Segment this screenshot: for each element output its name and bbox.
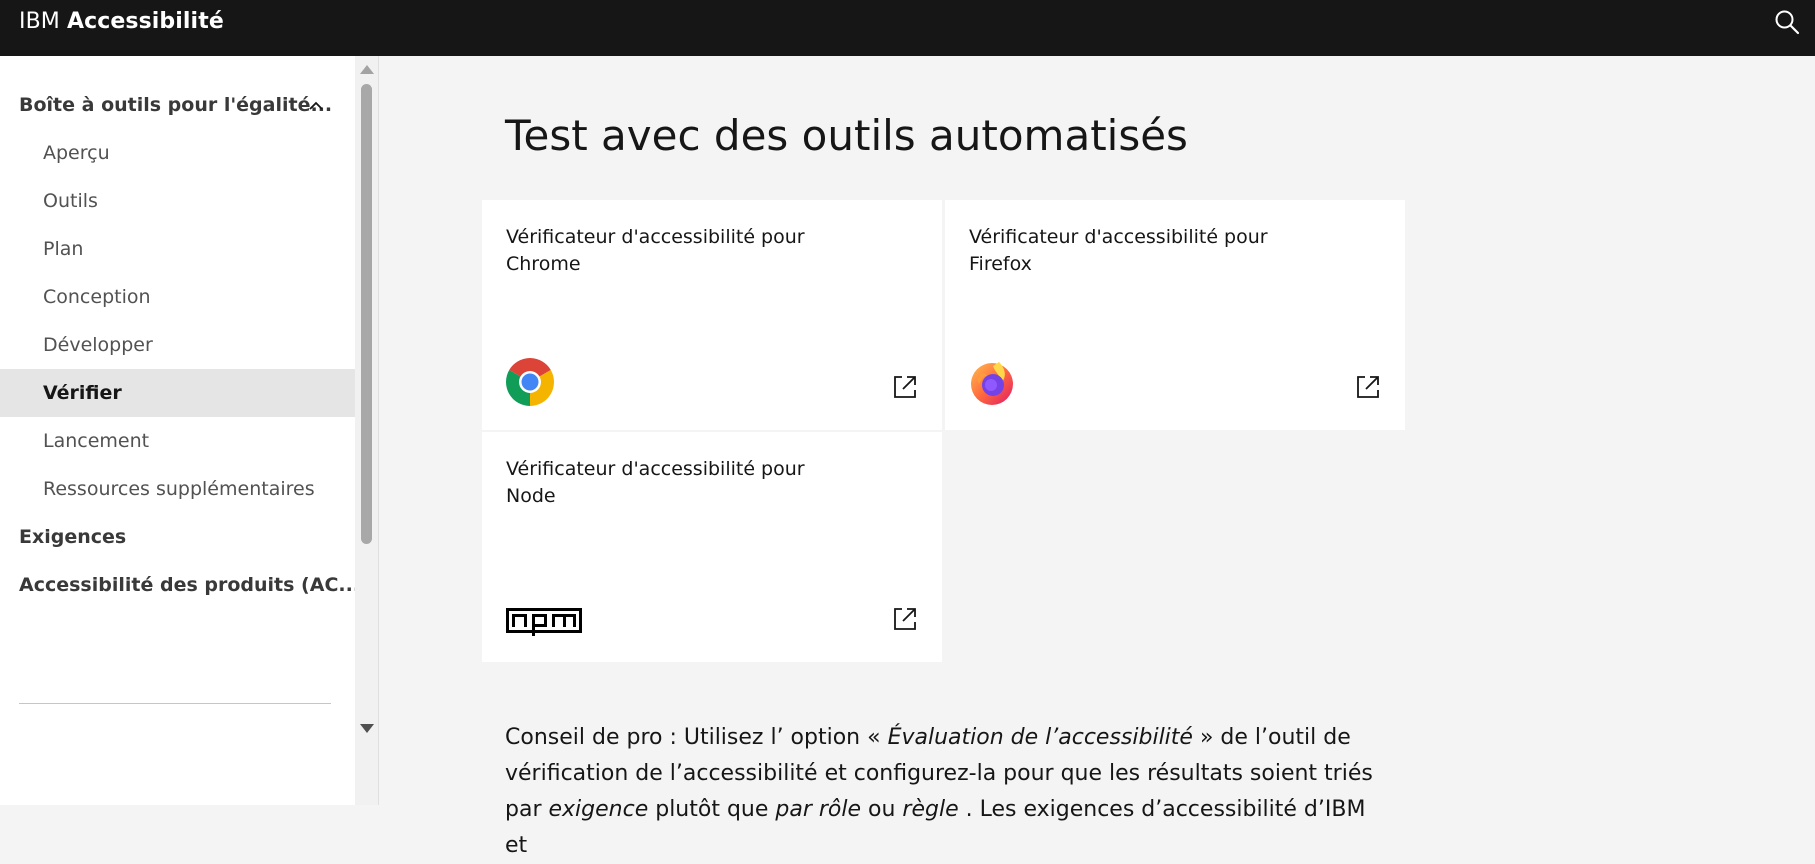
card-title: Vérificateur d'accessibilité pour Firefo… xyxy=(969,224,1309,278)
sidebar-item-outils[interactable]: Outils xyxy=(0,177,355,225)
launch-icon[interactable] xyxy=(892,374,918,400)
sidebar-item-verifier[interactable]: Vérifier xyxy=(0,369,355,417)
side-navigation: Boîte à outils pour l'égalité... Aperçu … xyxy=(0,56,379,805)
chrome-logo-icon xyxy=(506,358,554,406)
sidebar-item-conception[interactable]: Conception xyxy=(0,273,355,321)
sidebar-item-plan[interactable]: Plan xyxy=(0,225,355,273)
pro-tip-emphasis: Évaluation de l’accessibilité xyxy=(887,725,1193,750)
sidebar-item-lancement[interactable]: Lancement xyxy=(0,417,355,465)
card-title-line: Vérificateur d'accessibilité pour xyxy=(969,226,1268,248)
sidebar-item-apercu[interactable]: Aperçu xyxy=(0,129,355,177)
pro-tip-emphasis: règle xyxy=(902,797,959,822)
scroll-down-arrow-icon[interactable] xyxy=(360,724,374,733)
nav-section-accessibilite-produits[interactable]: Accessibilité des produits (AC... xyxy=(19,561,360,609)
npm-logo-icon xyxy=(506,608,582,636)
brand-link[interactable]: IBM Accessibilité xyxy=(19,8,224,36)
search-icon xyxy=(1775,10,1800,35)
nav-section-exigences[interactable]: Exigences xyxy=(19,513,339,561)
pro-tip-paragraph: Conseil de pro : Utilisez l’ option « Év… xyxy=(505,720,1385,864)
pro-tip-emphasis: exigence xyxy=(548,797,649,822)
card-title-line: Firefox xyxy=(969,253,1032,275)
pro-tip-text: plutôt que xyxy=(648,797,776,822)
tool-card-firefox[interactable]: Vérificateur d'accessibilité pour Firefo… xyxy=(945,200,1405,430)
card-title-line: Vérificateur d'accessibilité pour xyxy=(506,226,805,248)
brand-prefix: IBM xyxy=(19,9,60,34)
tool-card-node[interactable]: Vérificateur d'accessibilité pour Node xyxy=(482,432,942,662)
pro-tip-text: ou xyxy=(861,797,903,822)
firefox-logo-icon xyxy=(971,362,1013,405)
card-title: Vérificateur d'accessibilité pour Chrome xyxy=(506,224,846,278)
page-title: Test avec des outils automatisés xyxy=(505,111,1188,160)
scroll-thumb[interactable] xyxy=(361,84,372,544)
card-title: Vérificateur d'accessibilité pour Node xyxy=(506,456,846,510)
sidebar-divider xyxy=(19,703,331,704)
sidebar-item-developper[interactable]: Développer xyxy=(0,321,355,369)
card-title-line: Chrome xyxy=(506,253,581,275)
launch-icon[interactable] xyxy=(892,606,918,632)
pro-tip-emphasis: par rôle xyxy=(775,797,862,822)
launch-icon[interactable] xyxy=(1355,374,1381,400)
scroll-up-arrow-icon[interactable] xyxy=(360,65,374,74)
sidebar-item-ressources[interactable]: Ressources supplémentaires xyxy=(0,465,355,513)
sidebar-scrollbar[interactable] xyxy=(355,56,378,805)
card-title-line: Vérificateur d'accessibilité pour xyxy=(506,458,805,480)
nav-group-label: Boîte à outils pour l'égalité... xyxy=(19,94,333,116)
top-header: IBM Accessibilité xyxy=(0,0,1815,56)
nav-group-toolkit[interactable]: Boîte à outils pour l'égalité... xyxy=(19,81,339,129)
pro-tip-text: Conseil de pro : Utilisez l’ option « xyxy=(505,725,888,750)
chevron-up-icon xyxy=(309,101,323,110)
search-button[interactable] xyxy=(1759,0,1815,44)
tool-card-chrome[interactable]: Vérificateur d'accessibilité pour Chrome xyxy=(482,200,942,430)
brand-name: Accessibilité xyxy=(66,9,224,34)
card-title-line: Node xyxy=(506,485,556,507)
